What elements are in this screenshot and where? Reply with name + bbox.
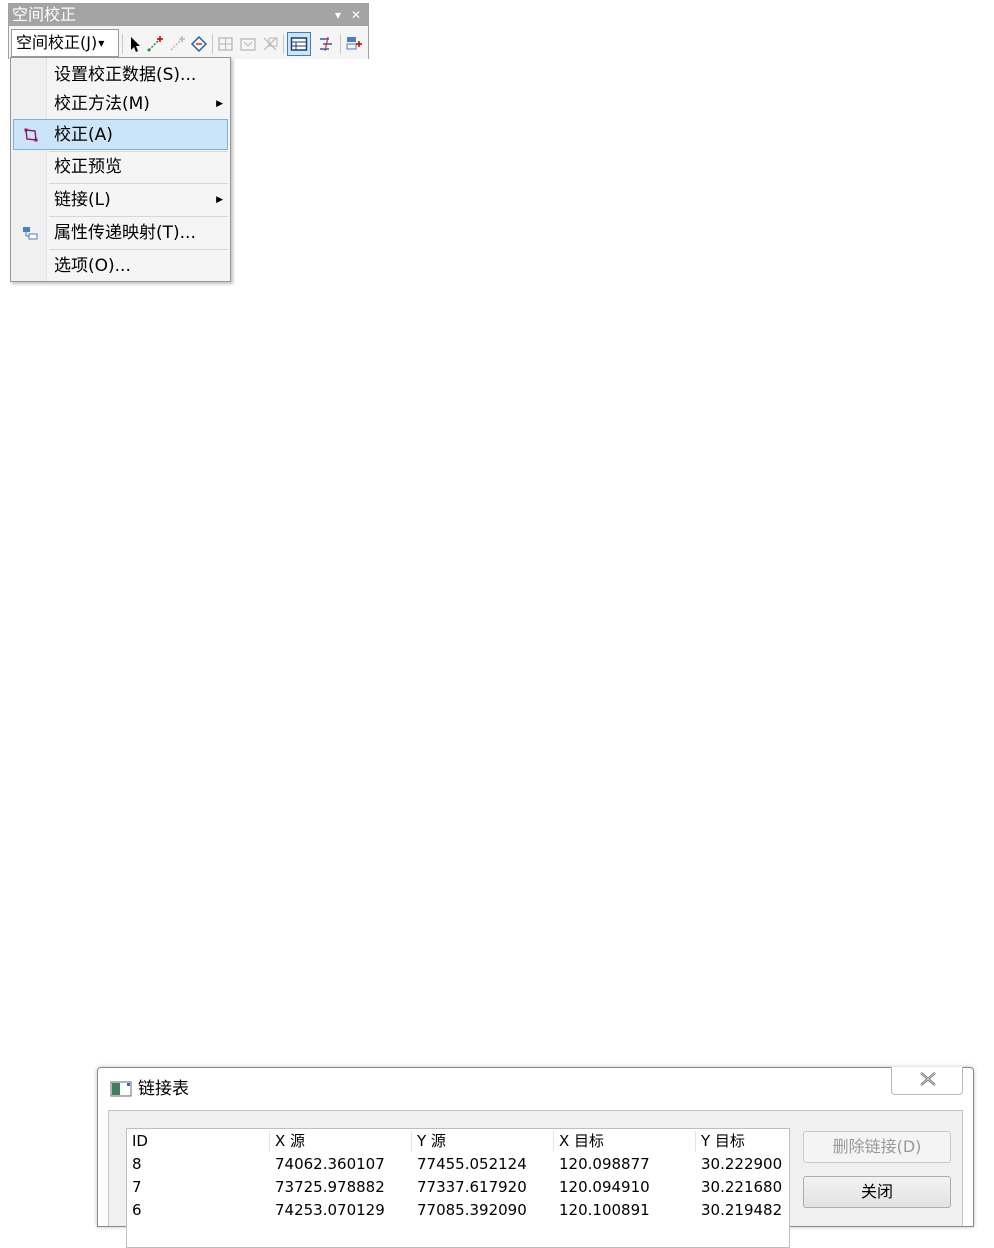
adjust-icon: [24, 128, 38, 142]
toolbar-separator: [122, 34, 123, 54]
cell-x-destination: 120.098877: [559, 1155, 650, 1173]
toolbar-row: 空间校正(J)▼: [9, 26, 368, 59]
close-button[interactable]: 关闭: [803, 1176, 951, 1208]
cell-id: 8: [132, 1155, 142, 1173]
attribute-transfer-mapping-icon: [23, 227, 38, 240]
cell-x-source: 74062.360107: [275, 1155, 385, 1173]
link-table[interactable]: ID X 源 Y 源 X 目标 Y 目标 8 74062.360107 7745…: [126, 1128, 790, 1248]
menu-item-adjustment-methods[interactable]: 校正方法(M) ▶: [13, 89, 228, 119]
dialog-title: 链接表: [138, 1079, 189, 1099]
chevron-down-icon: ▼: [98, 38, 105, 48]
view-link-table-button[interactable]: [287, 32, 311, 56]
new-identity-link-icon[interactable]: [217, 35, 235, 53]
menu-item-label: 校正方法(M): [54, 94, 150, 114]
menu-separator: [49, 249, 228, 250]
toolbar-title-bar[interactable]: 空间校正 ▾ ✕: [9, 4, 368, 26]
menu-item-attribute-transfer-mapping[interactable]: 属性传递映射(T)...: [13, 218, 228, 248]
menu-item-label: 校正预览: [54, 157, 122, 177]
cell-x-destination: 120.094910: [559, 1178, 650, 1196]
new-displacement-link-icon[interactable]: [146, 35, 164, 53]
cell-x-source: 73725.978882: [275, 1178, 385, 1196]
cell-id: 6: [132, 1201, 142, 1219]
menu-item-label: 设置校正数据(S)...: [54, 65, 197, 85]
cell-y-source: 77455.052124: [417, 1155, 527, 1173]
submenu-arrow-icon: ▶: [216, 195, 223, 205]
toolbar-separator: [212, 34, 213, 54]
cell-x-source: 74253.070129: [275, 1201, 385, 1219]
menu-item-adjust[interactable]: 校正(A): [13, 119, 228, 150]
cell-y-destination: 30.221680: [701, 1178, 783, 1196]
table-header: ID X 源 Y 源 X 目标 Y 目标: [127, 1129, 789, 1153]
toolbar-close-icon[interactable]: ✕: [348, 4, 364, 26]
delete-link-button[interactable]: 删除链接(D): [803, 1131, 951, 1163]
cell-x-destination: 120.100891: [559, 1201, 650, 1219]
toolbar-title: 空间校正: [12, 5, 77, 24]
menu-item-links[interactable]: 链接(L) ▶: [13, 185, 228, 215]
submenu-arrow-icon: ▶: [216, 99, 223, 109]
column-header-x-destination[interactable]: X 目标: [554, 1131, 696, 1152]
menu-separator: [49, 216, 228, 217]
cell-id: 7: [132, 1178, 142, 1196]
table-row[interactable]: 6 74253.070129 77085.392090 120.100891 3…: [127, 1199, 789, 1222]
clear-limited-adjustment-area-icon[interactable]: [261, 35, 279, 53]
menu-button-label: 空间校正(J): [16, 33, 98, 52]
menu-item-label: 选项(O)...: [54, 256, 131, 276]
dialog-body: ID X 源 Y 源 X 目标 Y 目标 8 74062.360107 7745…: [108, 1110, 963, 1248]
menu-item-adjust-preview[interactable]: 校正预览: [13, 152, 228, 182]
menu-separator: [49, 183, 228, 184]
dialog-close-button[interactable]: [891, 1067, 963, 1095]
multiple-displacement-links-icon[interactable]: [190, 35, 208, 53]
cell-y-source: 77085.392090: [417, 1201, 527, 1219]
menu-item-label: 链接(L): [54, 190, 111, 210]
column-header-y-source[interactable]: Y 源: [412, 1131, 554, 1152]
edge-match-icon[interactable]: [317, 35, 335, 53]
menu-item-options[interactable]: 选项(O)...: [13, 251, 228, 281]
spatial-adjustment-menu-button[interactable]: 空间校正(J)▼: [11, 29, 119, 57]
new-limited-adjustment-area-icon[interactable]: [239, 35, 257, 53]
table-row[interactable]: 7 73725.978882 77337.617920 120.094910 3…: [127, 1176, 789, 1199]
column-header-y-destination[interactable]: Y 目标: [696, 1131, 789, 1152]
spatial-adjustment-dropdown-menu: 设置校正数据(S)... 校正方法(M) ▶ 校正(A) 校正预览 链接(L) …: [10, 57, 231, 282]
cell-y-destination: 30.219482: [701, 1201, 783, 1219]
menu-item-label: 属性传递映射(T)...: [54, 223, 196, 243]
column-header-x-source[interactable]: X 源: [270, 1131, 412, 1152]
toolbar-separator: [283, 34, 284, 54]
select-elements-icon[interactable]: [126, 35, 144, 53]
cell-y-source: 77337.617920: [417, 1178, 527, 1196]
close-icon: [920, 1072, 936, 1086]
modify-link-icon[interactable]: [168, 35, 186, 53]
column-header-id[interactable]: ID: [127, 1131, 270, 1152]
menu-item-label: 校正(A): [54, 125, 113, 145]
view-link-table-icon: [290, 37, 308, 51]
cell-y-destination: 30.222900: [701, 1155, 783, 1173]
attribute-transfer-icon[interactable]: [345, 35, 363, 53]
link-table-dialog: 链接表 ID X 源 Y 源 X 目标 Y 目标 8 74062.360107 …: [97, 1067, 974, 1248]
menu-item-set-adjust-data[interactable]: 设置校正数据(S)...: [13, 60, 228, 90]
toolbar-options-icon[interactable]: ▾: [330, 4, 346, 26]
spatial-adjustment-toolbar: 空间校正 ▾ ✕ 空间校正(J)▼: [8, 3, 369, 59]
toolbar-separator: [340, 34, 341, 54]
link-table-window-icon: [110, 1081, 132, 1097]
table-row[interactable]: 8 74062.360107 77455.052124 120.098877 3…: [127, 1153, 789, 1176]
